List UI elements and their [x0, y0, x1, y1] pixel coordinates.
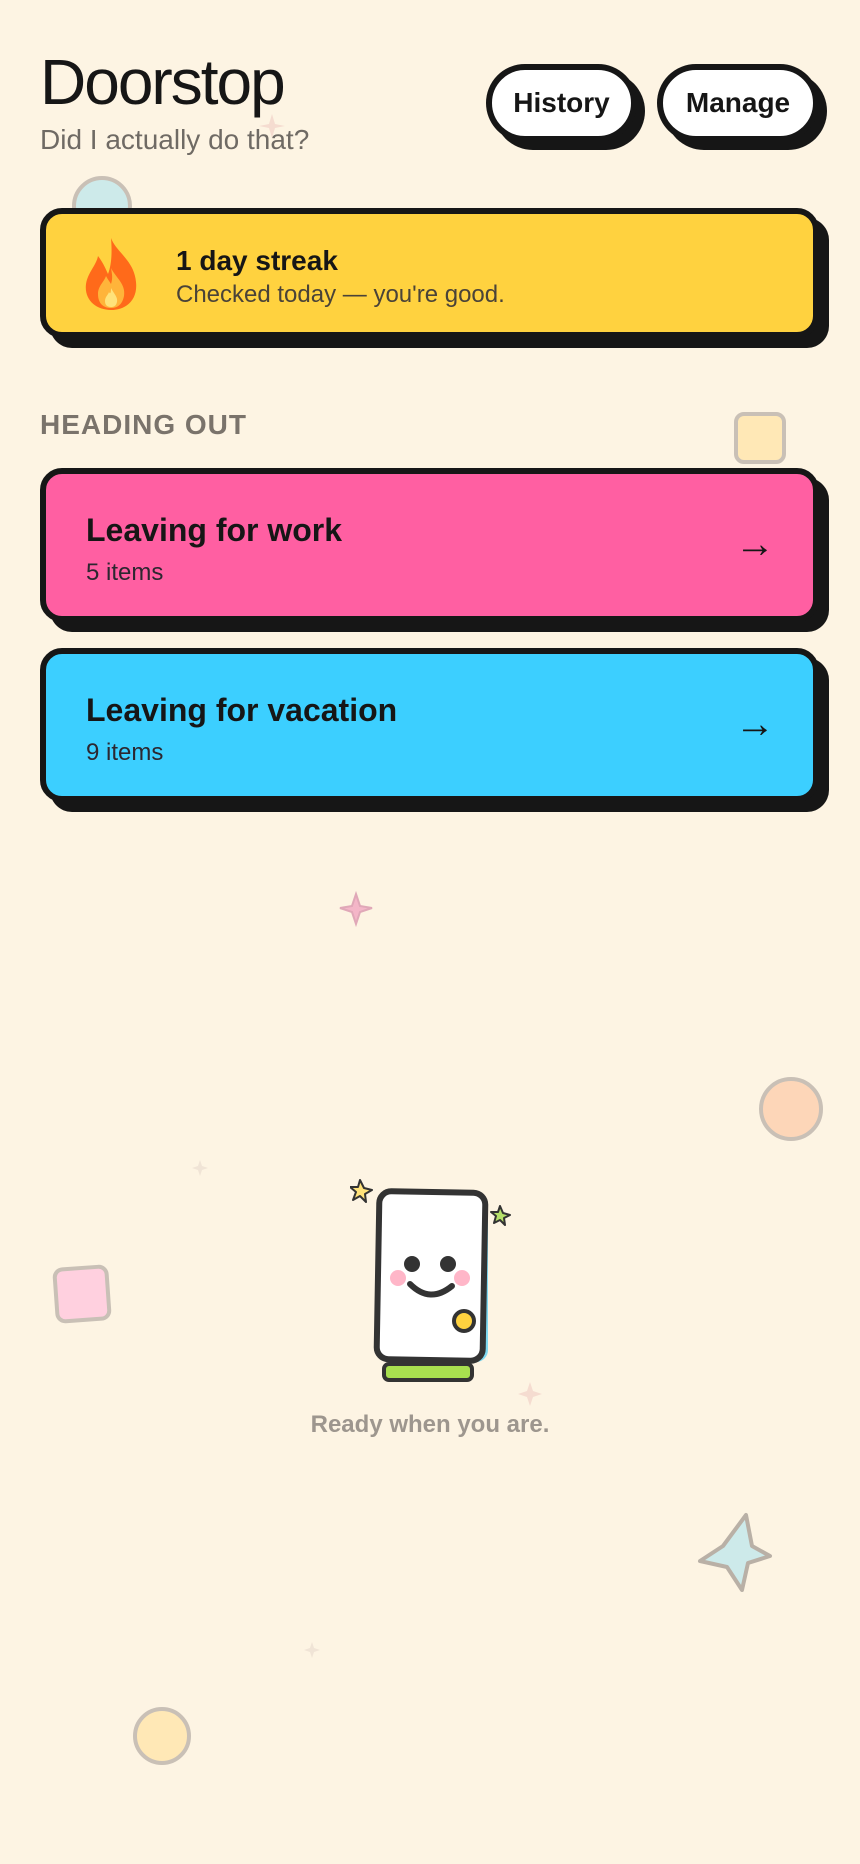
deco-sparkle-pink [339, 890, 373, 928]
section-heading: HEADING OUT [40, 409, 247, 440]
list-item-count: 9 items [86, 739, 164, 766]
streak-subtitle: Checked today — you're good. [176, 281, 505, 308]
arrow-right-icon: → [735, 702, 775, 746]
deco-star-teal [698, 1513, 772, 1592]
list-card-leaving-for-work[interactable]: Leaving for work 5 items → [40, 468, 819, 622]
list-item-count: 5 items [86, 559, 164, 586]
sparkle-icon [350, 1179, 373, 1203]
deco-circle-peach [759, 1077, 823, 1141]
sparkle-icon [490, 1205, 511, 1226]
app-title: Doorstop [40, 46, 286, 118]
empty-state-message: Ready when you are. [310, 1411, 550, 1438]
deco-sparkle-cream-3 [518, 1382, 542, 1406]
fire-icon [85, 238, 137, 310]
manage-button[interactable]: Manage [657, 64, 819, 142]
history-button[interactable]: History [486, 64, 637, 142]
smiling-door-illustration [350, 1179, 511, 1382]
list-card-leaving-for-vacation[interactable]: Leaving for vacation 9 items → [40, 648, 819, 802]
deco-circle-yellow [133, 1707, 191, 1765]
app-subtitle: Did I actually do that? [40, 124, 310, 155]
list-title: Leaving for vacation [86, 692, 398, 728]
streak-title: 1 day streak [176, 245, 338, 276]
streak-card: 1 day streak Checked today — you're good… [40, 208, 819, 338]
deco-sparkle-cream-4 [304, 1642, 320, 1658]
deco-square-pink [52, 1264, 112, 1324]
deco-square-yellow [734, 412, 786, 464]
list-title: Leaving for work [86, 512, 343, 548]
deco-sparkle-cream-2 [192, 1160, 208, 1176]
arrow-right-icon: → [735, 522, 775, 566]
